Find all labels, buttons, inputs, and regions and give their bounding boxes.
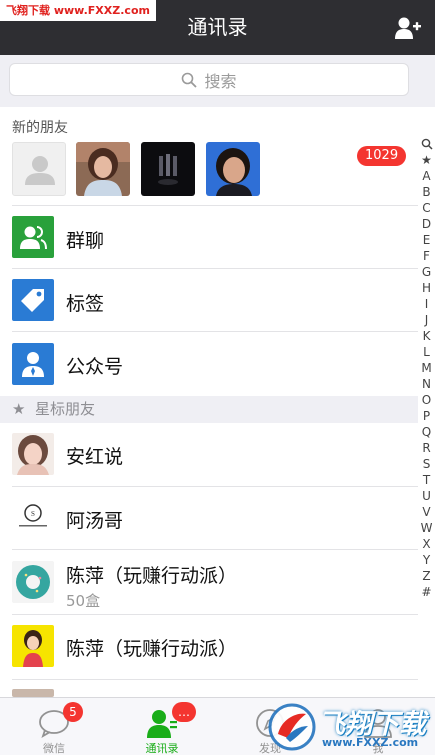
- watermark-url: www.FXXZ.com: [322, 736, 419, 749]
- contact-avatar[interactable]: [12, 561, 54, 603]
- index-letter[interactable]: #: [418, 584, 435, 600]
- index-letter[interactable]: M: [418, 360, 435, 376]
- contact-avatar[interactable]: [12, 625, 54, 667]
- star-icon: ★: [12, 400, 26, 418]
- divider: [12, 331, 418, 332]
- contacts-badge: …: [172, 702, 196, 722]
- tab-label: 微信: [43, 742, 65, 755]
- search-area: 搜索: [0, 55, 435, 107]
- index-letter[interactable]: D: [418, 216, 435, 232]
- tag-icon: [12, 279, 54, 321]
- new-friends-label: 新的朋友: [12, 120, 68, 136]
- index-letter[interactable]: N: [418, 376, 435, 392]
- search-input[interactable]: 搜索: [9, 63, 409, 96]
- divider: [12, 205, 418, 206]
- index-letter[interactable]: W: [418, 520, 435, 536]
- index-letter[interactable]: X: [418, 536, 435, 552]
- contact-avatar[interactable]: S: [12, 496, 54, 538]
- tab-contacts[interactable]: … 通讯录: [108, 698, 216, 755]
- index-letter[interactable]: Z: [418, 568, 435, 584]
- index-letter[interactable]: R: [418, 440, 435, 456]
- index-letter[interactable]: J: [418, 312, 435, 328]
- index-letter[interactable]: K: [418, 328, 435, 344]
- new-friend-avatar[interactable]: [206, 142, 260, 196]
- contact-name[interactable]: 安红说: [66, 442, 123, 469]
- index-letter[interactable]: H: [418, 280, 435, 296]
- group-chat-icon: [12, 216, 54, 258]
- contact-avatar[interactable]: [12, 689, 54, 697]
- search-placeholder: 搜索: [204, 71, 237, 91]
- section-header-starred: ★ 星标朋友: [0, 396, 418, 423]
- svg-text:S: S: [31, 510, 35, 518]
- divider: [12, 486, 418, 487]
- row-group-chat[interactable]: 群聊: [66, 226, 104, 253]
- alphabet-index[interactable]: ★ A B C D E F G H I J K L M N O P Q R S T U V W X Y Z #: [418, 136, 435, 616]
- watermark-banner: 飞翔下载 www.FXXZ.com: [0, 0, 156, 21]
- add-friend-icon[interactable]: [395, 16, 421, 40]
- index-letter[interactable]: C: [418, 200, 435, 216]
- index-letter[interactable]: U: [418, 488, 435, 504]
- new-friend-avatar[interactable]: [141, 142, 195, 196]
- index-letter[interactable]: F: [418, 248, 435, 264]
- section-title: 星标朋友: [35, 400, 96, 418]
- index-letter[interactable]: E: [418, 232, 435, 248]
- index-letter[interactable]: B: [418, 184, 435, 200]
- index-letter[interactable]: Y: [418, 552, 435, 568]
- contact-name[interactable]: 陈萍（玩赚行动派）: [66, 634, 237, 661]
- index-letter[interactable]: I: [418, 296, 435, 312]
- search-icon[interactable]: [421, 138, 433, 150]
- index-letter[interactable]: L: [418, 344, 435, 360]
- index-letter[interactable]: V: [418, 504, 435, 520]
- new-friends-badge: 1029: [357, 146, 407, 166]
- row-official-accounts[interactable]: 公众号: [66, 352, 123, 379]
- index-letter[interactable]: A: [418, 168, 435, 184]
- default-avatar[interactable]: [12, 142, 66, 196]
- index-letter[interactable]: S: [418, 456, 435, 472]
- row-tags[interactable]: 标签: [66, 289, 104, 316]
- contact-name[interactable]: 阿汤哥: [66, 506, 123, 533]
- official-account-icon: [12, 343, 54, 385]
- contact-name[interactable]: 陈萍（玩赚行动派）: [66, 561, 237, 588]
- contact-avatar[interactable]: [12, 433, 54, 475]
- index-letter[interactable]: O: [418, 392, 435, 408]
- divider: [12, 614, 418, 615]
- divider: [12, 268, 418, 269]
- divider: [12, 549, 418, 550]
- person-icon: [25, 156, 55, 185]
- index-letter[interactable]: ★: [418, 152, 435, 168]
- tab-label: 通讯录: [145, 742, 179, 755]
- search-icon: [182, 72, 198, 88]
- contact-subtitle: 50盒: [66, 592, 101, 610]
- index-letter[interactable]: Q: [418, 424, 435, 440]
- index-letter[interactable]: G: [418, 264, 435, 280]
- divider: [12, 679, 418, 680]
- index-letter[interactable]: T: [418, 472, 435, 488]
- tab-chats[interactable]: 5 微信: [0, 698, 108, 755]
- unread-badge: 5: [63, 702, 83, 722]
- new-friend-avatar[interactable]: [76, 142, 130, 196]
- index-letter[interactable]: P: [418, 408, 435, 424]
